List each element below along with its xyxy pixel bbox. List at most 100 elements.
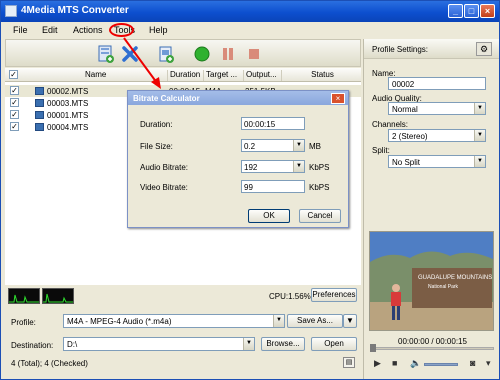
channels-select[interactable]: 2 (Stereo) ▼ [388, 129, 486, 142]
profile-select[interactable]: M4A - MPEG-4 Audio (*.m4a) ▼ [63, 314, 285, 328]
close-button[interactable]: × [480, 4, 495, 18]
audio-bitrate-unit: KbPS [309, 163, 330, 172]
stop-icon[interactable]: ■ [392, 358, 397, 368]
title-bar: 4Media MTS Converter _ □ × [1, 1, 499, 22]
gear-icon[interactable]: ⚙ [476, 42, 492, 56]
header-target[interactable]: Target ... [203, 70, 243, 81]
status-text: 4 (Total); 4 (Checked) [11, 359, 88, 368]
file-name: 00004.MTS [47, 123, 89, 132]
add-file-icon[interactable] [96, 44, 116, 64]
cpu-area: CPU:1.56% Preferences [5, 285, 361, 306]
channels-label: Channels: [372, 120, 409, 129]
video-preview: GUADALUPE MOUNTAINS National Park [369, 231, 494, 331]
channels-value: 2 (Stereo) [392, 132, 428, 141]
row-checkbox[interactable]: ✓ [10, 122, 19, 131]
chevron-down-icon[interactable]: ▼ [273, 315, 284, 327]
row-checkbox[interactable]: ✓ [10, 86, 19, 95]
volume-slider[interactable] [424, 363, 458, 366]
save-as-button[interactable]: Save As... [287, 314, 343, 328]
filesize-label: File Size: [140, 142, 173, 151]
split-select[interactable]: No Split ▼ [388, 155, 486, 168]
audio-quality-value: Normal [392, 105, 418, 114]
profile-settings-panel: Profile Settings: ⚙ Name: 00002 Audio Qu… [363, 39, 499, 379]
chevron-down-icon[interactable]: ▾ [486, 358, 491, 369]
profile-value: M4A - MPEG-4 Audio (*.m4a) [67, 317, 172, 326]
menu-edit[interactable]: Edit [42, 25, 58, 35]
menu-actions[interactable]: Actions [73, 25, 103, 35]
list-header: ✓ Name Duration Target ... Output... Sta… [5, 68, 361, 82]
destination-value: D:\ [67, 340, 78, 349]
window-title: 4Media MTS Converter [21, 5, 129, 16]
start-convert-icon[interactable] [192, 44, 212, 64]
log-icon[interactable]: ▤ [343, 357, 355, 368]
destination-select[interactable]: D:\ ▼ [63, 337, 255, 351]
profile-settings-title: Profile Settings: [372, 45, 429, 54]
app-icon [5, 5, 17, 17]
row-checkbox[interactable]: ✓ [10, 98, 19, 107]
seek-bar[interactable] [370, 347, 494, 350]
video-bitrate-label: Video Bitrate: [140, 183, 188, 192]
browse-button[interactable]: Browse... [261, 337, 305, 351]
duration-field[interactable]: 00:00:15 [241, 117, 305, 130]
video-file-icon [35, 123, 44, 131]
save-as-dropdown[interactable]: ▼ [343, 314, 357, 328]
menu-bar: File Edit Actions Tools Help [1, 22, 499, 39]
tools-highlight-circle [109, 23, 134, 37]
cancel-button[interactable]: Cancel [299, 209, 341, 223]
destination-label: Destination: [11, 341, 54, 350]
header-status[interactable]: Status [281, 70, 361, 81]
dialog-close-button[interactable]: × [331, 93, 345, 104]
filesize-unit: MB [309, 142, 321, 151]
name-field[interactable]: 00002 [388, 77, 486, 90]
audio-bitrate-value: 192 [244, 163, 258, 172]
add-profile-icon[interactable] [156, 44, 176, 64]
sign-line-2: National Park [428, 284, 459, 290]
seek-handle[interactable] [370, 344, 376, 352]
preferences-button[interactable]: Preferences [311, 288, 357, 302]
profile-label: Profile: [11, 318, 36, 327]
header-name[interactable]: Name [83, 70, 167, 81]
chevron-down-icon[interactable]: ▼ [474, 130, 485, 141]
video-file-icon [35, 87, 44, 95]
menu-help[interactable]: Help [149, 25, 168, 35]
chevron-down-icon[interactable]: ▼ [293, 140, 304, 151]
cpu-usage: CPU:1.56% [269, 292, 311, 301]
maximize-button[interactable]: □ [464, 4, 479, 18]
select-all-checkbox[interactable]: ✓ [9, 70, 18, 79]
chevron-down-icon[interactable]: ▼ [243, 338, 254, 350]
snapshot-icon[interactable]: ◙ [470, 358, 475, 368]
header-output[interactable]: Output... [243, 70, 281, 81]
row-checkbox[interactable]: ✓ [10, 110, 19, 119]
bitrate-calculator-dialog: Bitrate Calculator × Duration: 00:00:15 … [127, 90, 349, 228]
profile-settings-header: Profile Settings: ⚙ [364, 39, 499, 59]
app-window: 4Media MTS Converter _ □ × File Edit Act… [0, 0, 500, 380]
playback-time: 00:00:00 / 00:00:15 [398, 337, 467, 346]
chevron-down-icon[interactable]: ▼ [474, 103, 485, 114]
menu-file[interactable]: File [13, 25, 28, 35]
chevron-down-icon[interactable]: ▼ [293, 161, 304, 172]
header-duration[interactable]: Duration [167, 70, 203, 81]
file-name: 00003.MTS [47, 99, 89, 108]
ok-button[interactable]: OK [248, 209, 290, 223]
filesize-field[interactable]: 0.2 ▼ [241, 139, 305, 152]
volume-icon[interactable]: 🔈 [410, 358, 421, 369]
file-name: 00002.MTS [47, 87, 89, 96]
video-file-icon [35, 111, 44, 119]
minimize-button[interactable]: _ [448, 4, 463, 18]
audio-quality-select[interactable]: Normal ▼ [388, 102, 486, 115]
remove-icon[interactable] [120, 44, 140, 64]
split-label: Split: [372, 146, 390, 155]
pause-icon[interactable] [218, 44, 238, 64]
video-file-icon [35, 99, 44, 107]
cpu-meter-1 [8, 288, 40, 304]
stop-icon[interactable] [244, 44, 264, 64]
video-bitrate-field[interactable]: 99 [241, 180, 305, 193]
audio-bitrate-label: Audio Bitrate: [140, 163, 189, 172]
open-button[interactable]: Open [311, 337, 357, 351]
audio-bitrate-field[interactable]: 192 ▼ [241, 160, 305, 173]
play-icon[interactable]: ▶ [374, 358, 381, 369]
toolbar [5, 39, 361, 67]
chevron-down-icon[interactable]: ▼ [474, 156, 485, 167]
sign-line-1: GUADALUPE MOUNTAINS [418, 275, 492, 281]
split-value: No Split [392, 158, 421, 167]
